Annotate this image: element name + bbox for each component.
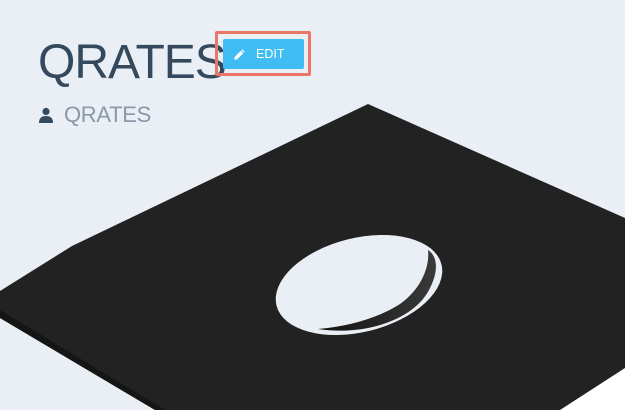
owner-name: QRATES (64, 102, 152, 127)
pencil-icon (234, 48, 245, 60)
page-title: QRATES (38, 36, 227, 89)
edit-button-label: EDIT (256, 47, 285, 61)
owner-link[interactable]: QRATES (38, 102, 151, 128)
edit-button[interactable]: EDIT (223, 39, 304, 69)
user-icon (39, 107, 53, 123)
